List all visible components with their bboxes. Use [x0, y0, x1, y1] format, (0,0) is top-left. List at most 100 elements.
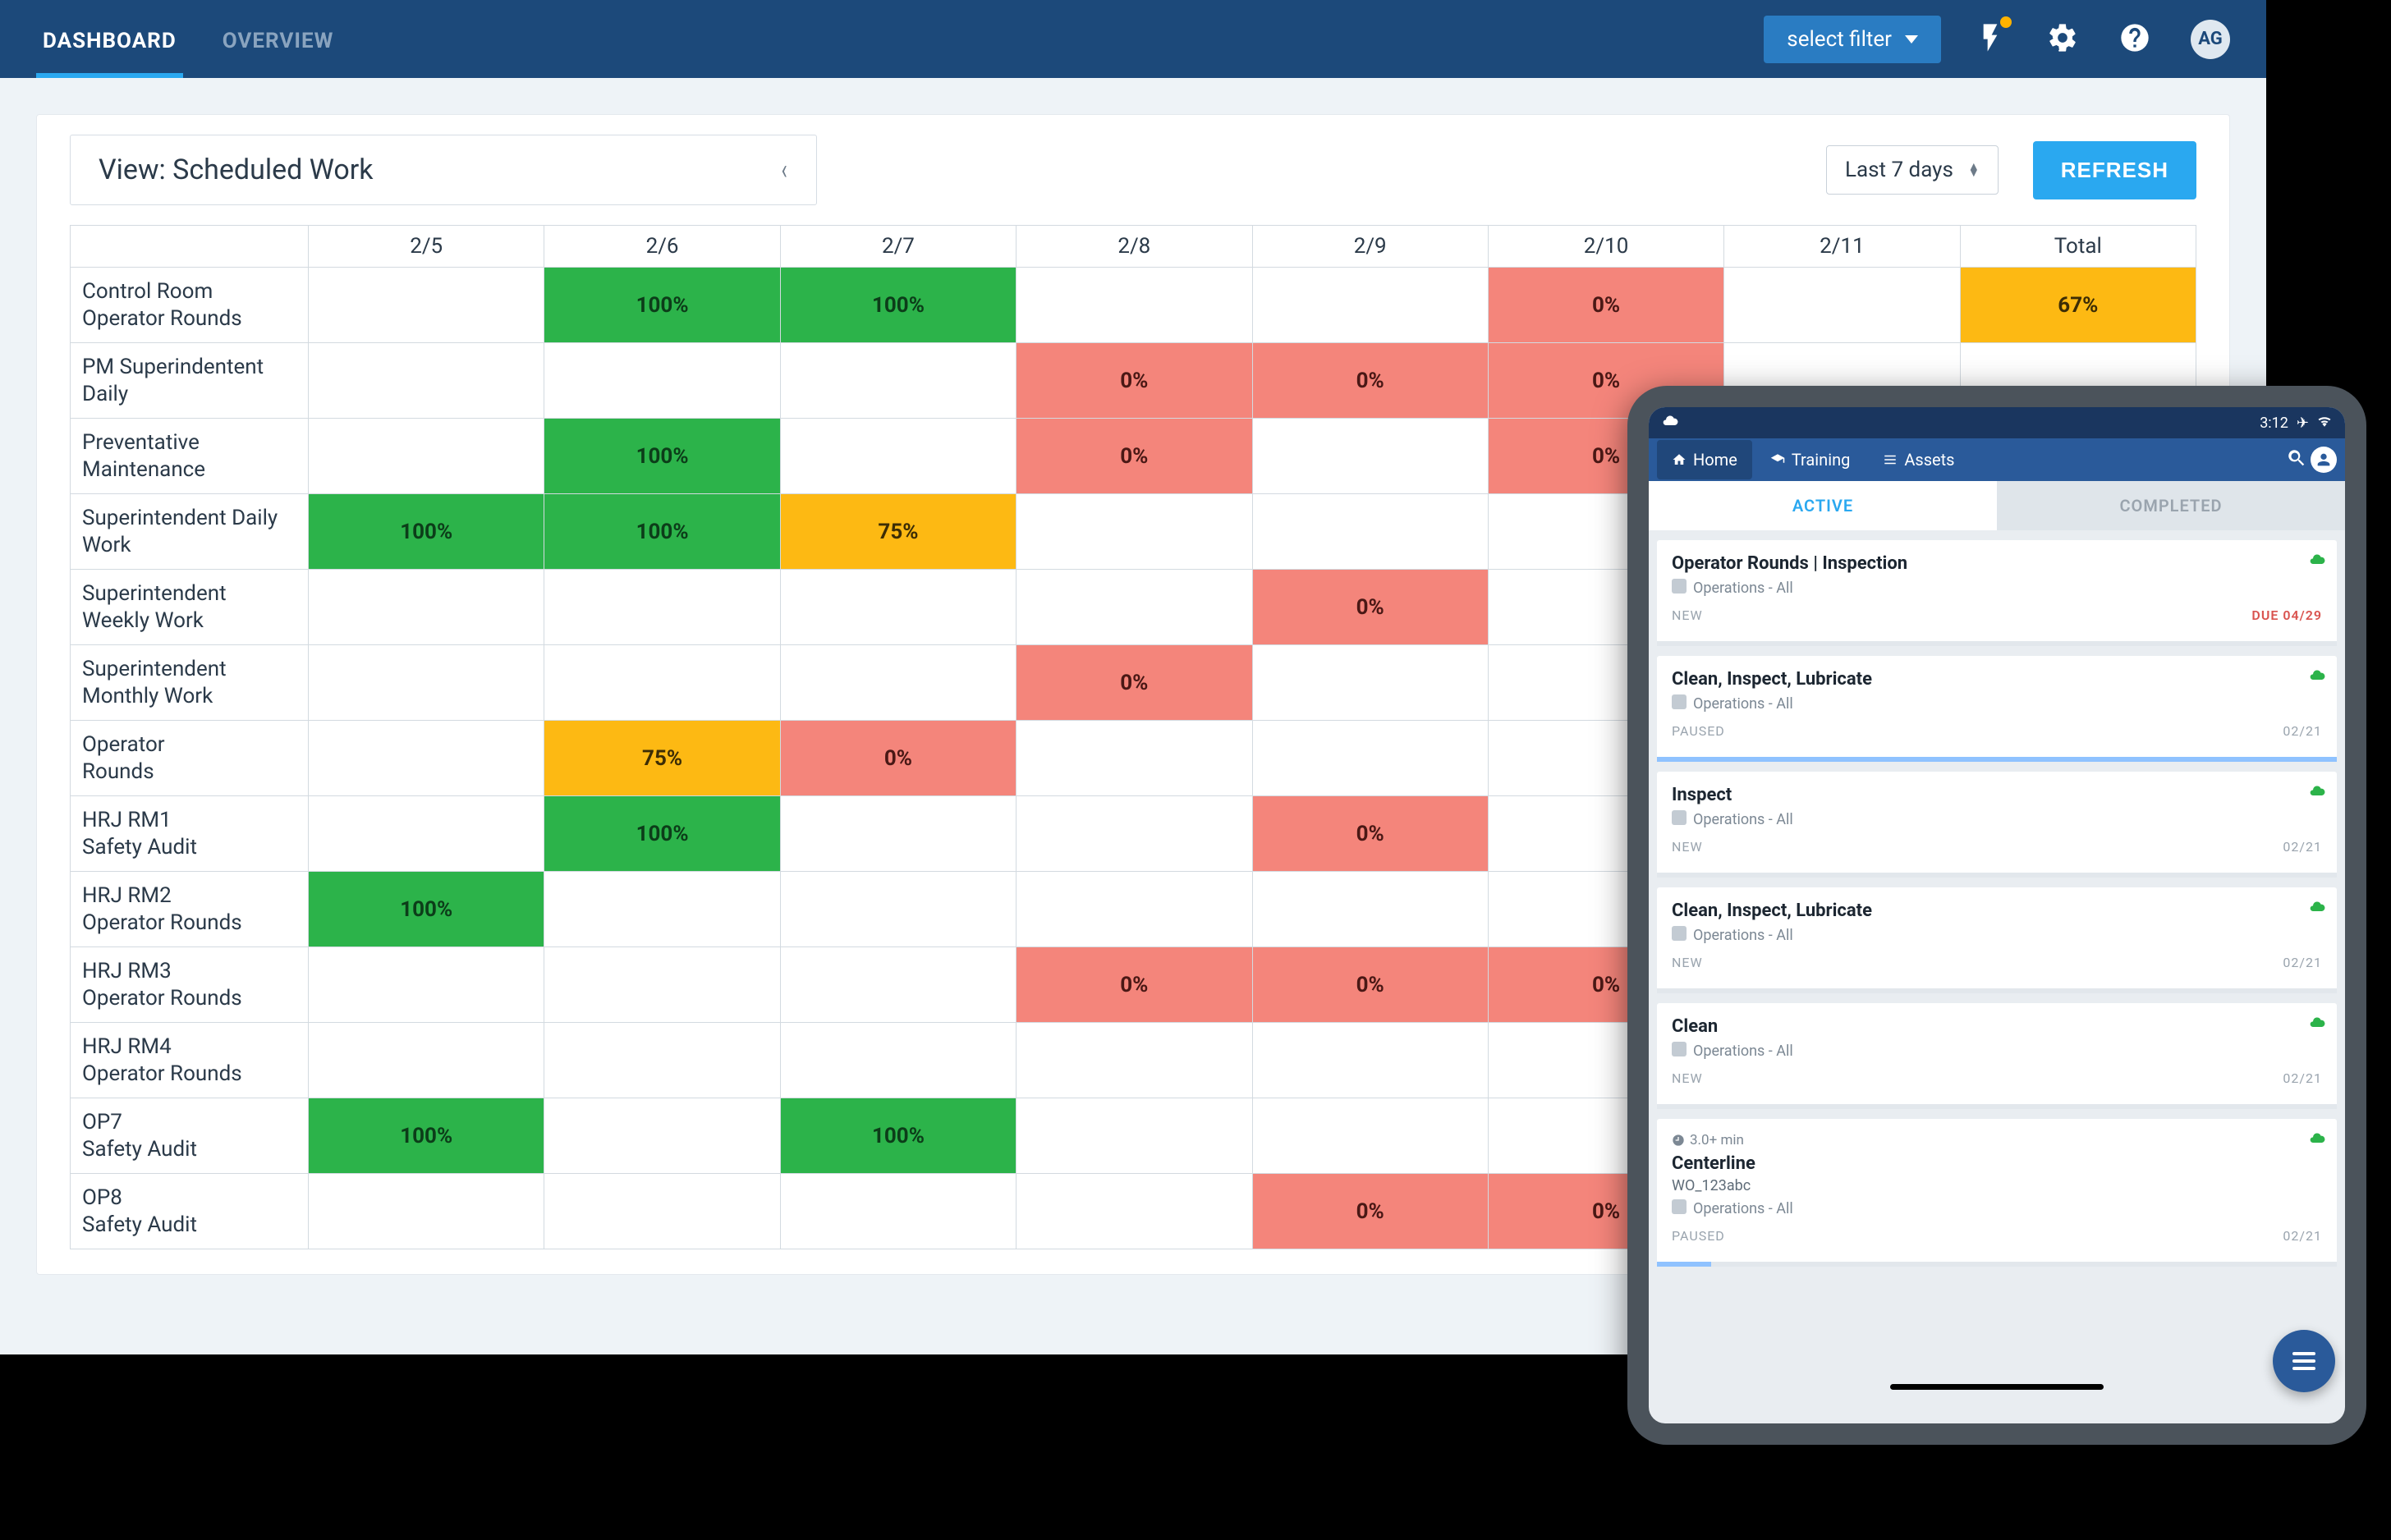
date-range-selector[interactable]: Last 7 days ▲▼	[1826, 145, 1999, 195]
grid-cell: 0%	[1252, 343, 1488, 419]
grid-cell: 100%	[780, 268, 1016, 343]
grid-cell	[544, 1023, 780, 1098]
column-header-task	[71, 226, 309, 268]
segment-active[interactable]: ACTIVE	[1649, 481, 1997, 530]
task-card[interactable]: Clean, Inspect, LubricateOperations - Al…	[1657, 656, 2337, 762]
refresh-button[interactable]: REFRESH	[2033, 141, 2196, 199]
grid-cell	[780, 419, 1016, 494]
task-unit: Operations - All	[1672, 1199, 2322, 1218]
grid-cell	[780, 947, 1016, 1023]
grid-cell	[544, 1098, 780, 1174]
grid-cell	[1017, 268, 1252, 343]
row-header: PreventativeMaintenance	[71, 419, 309, 494]
task-status: PAUSED	[1672, 1228, 1725, 1244]
tablet-fab-menu[interactable]	[2273, 1330, 2335, 1392]
graduation-icon	[1770, 452, 1785, 467]
column-header: Total	[1960, 226, 2196, 268]
task-card[interactable]: InspectOperations - AllNEW02/21	[1657, 772, 2337, 878]
filter-select[interactable]: select filter	[1764, 16, 1941, 63]
grid-cell	[1252, 419, 1488, 494]
grid-cell	[309, 570, 544, 645]
table-row: Control RoomOperator Rounds100%100%0%67%	[71, 268, 2196, 343]
task-title: Operator Rounds | Inspection	[1672, 553, 2322, 574]
grid-cell	[780, 796, 1016, 872]
unit-icon	[1672, 694, 1687, 713]
top-bar: DASHBOARD OVERVIEW select filter AG	[0, 0, 2266, 78]
clock-label: 3:12	[2260, 415, 2288, 432]
segment-completed[interactable]: COMPLETED	[1997, 481, 2345, 530]
help-icon[interactable]	[2118, 21, 2151, 57]
grid-cell: 0%	[1252, 1174, 1488, 1249]
grid-cell: 100%	[544, 419, 780, 494]
view-selector[interactable]: View: Scheduled Work ‹	[70, 135, 817, 205]
task-list[interactable]: Operator Rounds | Inspection Operations -…	[1649, 530, 2345, 1384]
task-due: 02/21	[2283, 1228, 2322, 1244]
grid-cell	[1252, 268, 1488, 343]
task-unit: Operations - All	[1672, 694, 2322, 713]
task-due: 02/21	[2283, 839, 2322, 855]
tablet-nav-training[interactable]: Training	[1755, 440, 1866, 479]
task-card[interactable]: Clean, Inspect, LubricateOperations - Al…	[1657, 887, 2337, 993]
grid-cell	[544, 872, 780, 947]
row-header: Superintendent DailyWork	[71, 494, 309, 570]
grid-cell	[544, 947, 780, 1023]
grid-cell	[1252, 721, 1488, 796]
grid-cell	[780, 1174, 1016, 1249]
grid-cell	[1017, 494, 1252, 570]
task-unit: Operations - All	[1672, 1042, 2322, 1061]
grid-cell: 0%	[1017, 645, 1252, 721]
tab-dashboard[interactable]: DASHBOARD	[36, 1, 183, 78]
grid-cell: 100%	[544, 796, 780, 872]
tablet-nav-assets[interactable]: Assets	[1868, 440, 1969, 479]
notifications-icon[interactable]	[1974, 21, 2007, 57]
grid-cell: 0%	[780, 721, 1016, 796]
grid-cell	[1017, 721, 1252, 796]
grid-cell	[309, 796, 544, 872]
tablet-home-indicator	[1649, 1384, 2345, 1423]
row-header: OperatorRounds	[71, 721, 309, 796]
grid-cell: 100%	[544, 494, 780, 570]
grid-cell	[1252, 1098, 1488, 1174]
task-card[interactable]: Operator Rounds | InspectionOperations -…	[1657, 540, 2337, 646]
grid-cell	[309, 721, 544, 796]
task-due: DUE 04/29	[2251, 607, 2322, 623]
settings-icon[interactable]	[2046, 21, 2079, 57]
grid-cell: 0%	[1488, 268, 1723, 343]
tablet-status-bar: 3:12 ✈	[1649, 407, 2345, 438]
column-header: 2/7	[780, 226, 1016, 268]
grid-cell	[1017, 872, 1252, 947]
sync-cloud-icon	[2309, 783, 2325, 803]
grid-cell	[309, 1174, 544, 1249]
column-header: 2/10	[1488, 226, 1723, 268]
task-card[interactable]: 3.0+ minCenterlineWO_123abcOperations - …	[1657, 1119, 2337, 1267]
grid-cell	[544, 1174, 780, 1249]
user-avatar[interactable]: AG	[2191, 20, 2230, 59]
task-status: NEW	[1672, 955, 1703, 970]
tablet-device: 3:12 ✈ Home Training Assets	[1627, 386, 2366, 1445]
wifi-icon	[2317, 414, 2332, 433]
grid-cell	[309, 268, 544, 343]
cloud-status-icon	[1662, 413, 1678, 433]
task-status: NEW	[1672, 1070, 1703, 1086]
row-header: Control RoomOperator Rounds	[71, 268, 309, 343]
tablet-search-icon[interactable]	[2286, 447, 2307, 472]
grid-cell	[1252, 1023, 1488, 1098]
task-unit: Operations - All	[1672, 926, 2322, 945]
tablet-nav-home[interactable]: Home	[1657, 440, 1752, 479]
task-card[interactable]: CleanOperations - AllNEW02/21	[1657, 1003, 2337, 1109]
tab-overview[interactable]: OVERVIEW	[216, 1, 341, 78]
column-header: 2/8	[1017, 226, 1252, 268]
tablet-user-avatar[interactable]	[2311, 447, 2337, 473]
grid-cell	[1252, 872, 1488, 947]
task-due: 02/21	[2283, 723, 2322, 739]
tablet-segments: ACTIVE COMPLETED	[1649, 481, 2345, 530]
column-header: 2/6	[544, 226, 780, 268]
task-progress	[1657, 873, 2337, 878]
caret-down-icon	[1905, 35, 1918, 44]
tablet-nav-assets-label: Assets	[1904, 450, 1954, 470]
task-timer: 3.0+ min	[1672, 1132, 2322, 1148]
chevron-left-icon: ‹	[781, 154, 787, 186]
sort-icon: ▲▼	[1968, 163, 1980, 176]
list-icon	[1883, 452, 1898, 467]
grid-cell: 100%	[309, 494, 544, 570]
